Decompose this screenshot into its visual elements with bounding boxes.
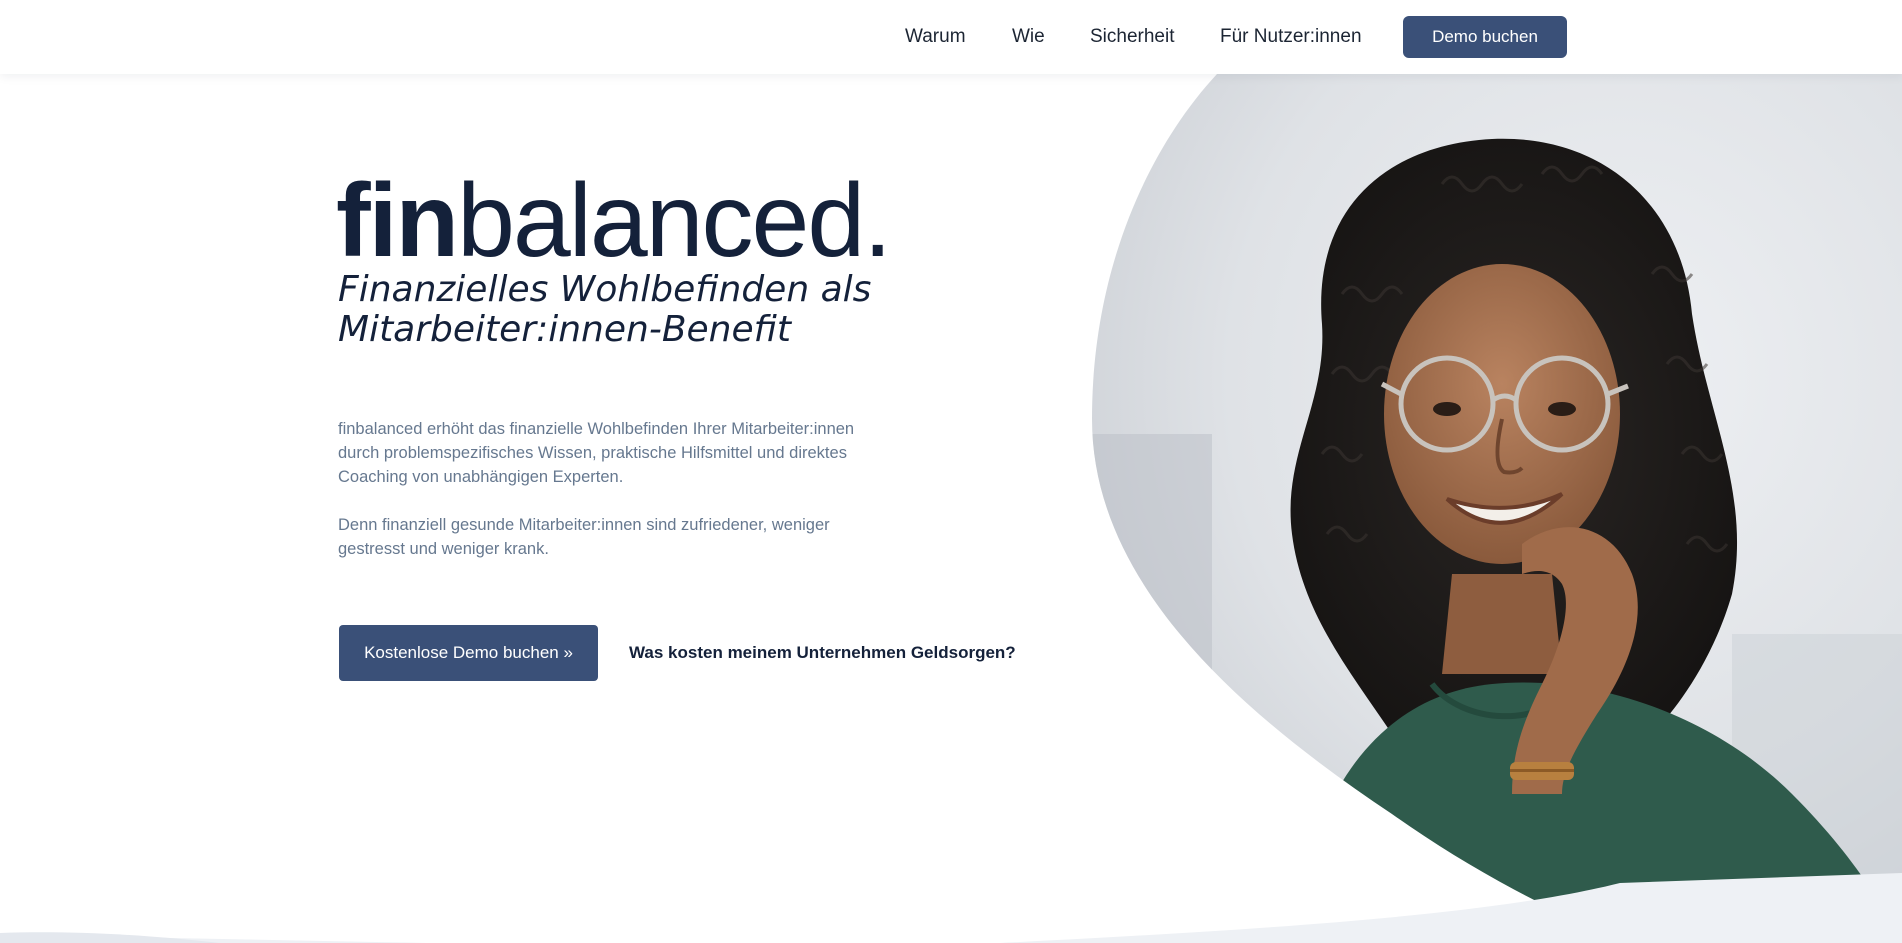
nav-link-sicherheit[interactable]: Sicherheit bbox=[1090, 26, 1175, 48]
nav-link-fuer-nutzerinnen[interactable]: Für Nutzer:innen bbox=[1220, 26, 1362, 48]
kostenlose-demo-button[interactable]: Kostenlose Demo buchen » bbox=[339, 625, 598, 681]
hero-portrait-image bbox=[1092, 74, 1902, 943]
demo-buchen-button[interactable]: Demo buchen bbox=[1403, 16, 1567, 58]
geldsorgen-kosten-link[interactable]: Was kosten meinem Unternehmen Geldsorgen… bbox=[629, 642, 1016, 664]
logo-balanced: balanced. bbox=[457, 163, 892, 279]
nav-link-warum[interactable]: Warum bbox=[905, 26, 966, 48]
hero-description-1: finbalanced erhöht das finanzielle Wohlb… bbox=[338, 420, 855, 486]
site-header: Warum Wie Sicherheit Für Nutzer:innen De… bbox=[0, 0, 1902, 74]
finbalanced-logo: finbalanced. bbox=[336, 163, 892, 279]
hero-description-2: Denn finanziell gesunde Mitarbeiter:inne… bbox=[338, 516, 830, 558]
hero-tagline: Finanzielles Wohlbefinden als Mitarbeite… bbox=[338, 269, 872, 350]
bottom-wave-divider bbox=[0, 873, 1902, 943]
landing-page: Warum Wie Sicherheit Für Nutzer:innen De… bbox=[0, 0, 1902, 943]
logo-fin: fin bbox=[336, 163, 459, 279]
nav-link-wie[interactable]: Wie bbox=[1012, 26, 1045, 48]
